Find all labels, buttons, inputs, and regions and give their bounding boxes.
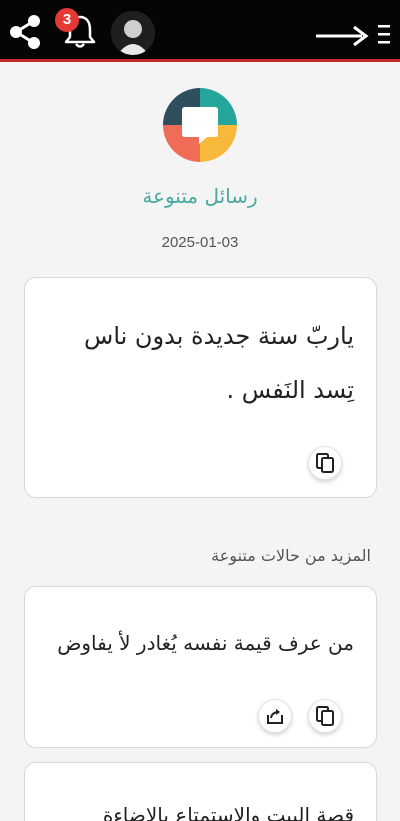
post-date: 2025-01-03 [161, 234, 239, 251]
share-button[interactable] [258, 699, 292, 733]
page-title: رسائل متنوعة [142, 184, 258, 208]
list-item: من عرف قيمة نفسه يُغادر لأ يفاوض [24, 586, 377, 748]
user-avatar[interactable] [111, 11, 155, 55]
featured-message-line-2: تِسد النَفس . [226, 376, 354, 404]
arrow-right-icon[interactable] [314, 22, 370, 50]
copy-button[interactable] [308, 699, 342, 733]
menu-icon[interactable] [376, 22, 392, 46]
copy-button[interactable] [308, 446, 342, 480]
featured-message-card: ياربّ سنة جديدة بدون ناس تِسد النَفس . [24, 277, 377, 498]
share-icon[interactable] [8, 14, 42, 50]
list-item: قصة البيت والاستمتاع بالإضاءة [24, 762, 377, 821]
featured-message-line-1: ياربّ سنة جديدة بدون ناس [84, 322, 354, 350]
chat-bubble-logo [163, 88, 237, 162]
copy-icon [316, 706, 334, 726]
list-item-text: قصة البيت والاستمتاع بالإضاءة [102, 803, 354, 821]
notification-count-badge: 3 [55, 8, 79, 32]
share-out-icon [267, 709, 283, 724]
list-item-text: من عرف قيمة نفسه يُغادر لأ يفاوض [57, 631, 354, 655]
more-section-title: المزيد من حالات متنوعة [211, 546, 371, 565]
top-app-bar: 3 [0, 0, 400, 62]
copy-icon [316, 453, 334, 473]
